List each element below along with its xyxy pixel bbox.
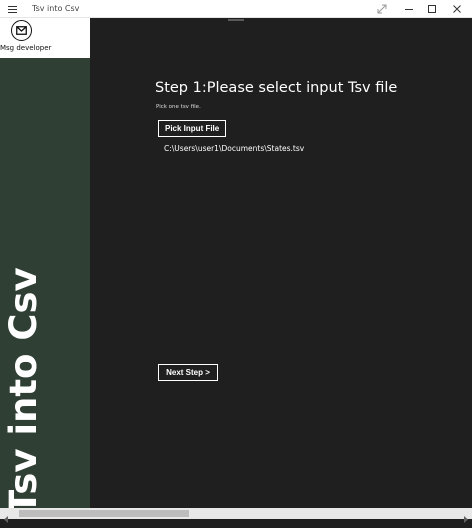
maximize-icon [428, 5, 436, 13]
expand-button[interactable] [371, 0, 393, 18]
next-step-button[interactable]: Next Step > [158, 364, 218, 381]
scroll-right-arrow-icon[interactable] [461, 509, 470, 523]
scroll-left-arrow-icon[interactable] [2, 509, 11, 523]
brand-vertical-title: Tsv into Csv [2, 267, 45, 515]
sidebar-header: Msg developer [0, 18, 90, 58]
step-title: Step 1:Please select input Tsv file [155, 80, 398, 96]
horizontal-scrollbar[interactable] [0, 508, 472, 523]
main-content: Step 1:Please select input Tsv file Pick… [90, 18, 472, 508]
maximize-button[interactable] [421, 0, 443, 18]
title-bar: Tsv into Csv [0, 0, 472, 18]
step-hint: Pick one tsv file. [156, 104, 201, 110]
expand-diagonal-icon [377, 4, 387, 14]
mail-icon-circle [11, 20, 32, 41]
close-button[interactable] [446, 0, 468, 18]
hamburger-menu-icon[interactable] [6, 2, 20, 16]
drag-handle[interactable] [228, 19, 244, 21]
mail-icon [16, 26, 27, 35]
minimize-icon [405, 9, 413, 10]
msg-developer-button[interactable]: Msg developer [0, 18, 52, 58]
scrollbar-thumb[interactable] [19, 510, 189, 517]
selected-file-path: C:\Users\user1\Documents\States.tsv [164, 144, 305, 153]
window-title: Tsv into Csv [32, 4, 80, 13]
msg-developer-label: Msg developer [0, 44, 52, 52]
minimize-button[interactable] [398, 0, 420, 18]
pick-input-file-button[interactable]: Pick Input File [158, 120, 226, 137]
sidebar: Msg developer Tsv into Csv [0, 18, 90, 515]
close-icon [453, 5, 461, 13]
